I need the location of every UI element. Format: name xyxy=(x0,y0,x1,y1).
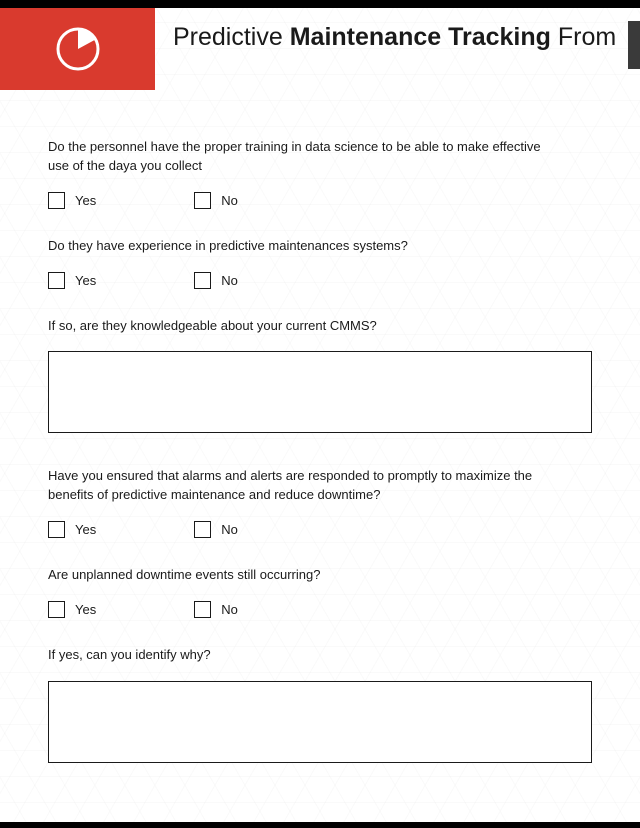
q3-textarea[interactable] xyxy=(48,351,592,433)
option-label: No xyxy=(221,273,238,288)
option-label: Yes xyxy=(75,193,96,208)
title-wrap: Predictive Maintenance Tracking From xyxy=(155,8,640,53)
question-2-options: Yes No xyxy=(48,272,592,289)
q5-option-no[interactable]: No xyxy=(194,601,238,618)
checkbox-icon[interactable] xyxy=(48,521,65,538)
option-label: No xyxy=(221,522,238,537)
question-4: Have you ensured that alarms and alerts … xyxy=(48,467,558,505)
q5-option-yes[interactable]: Yes xyxy=(48,601,96,618)
q2-option-no[interactable]: No xyxy=(194,272,238,289)
question-2: Do they have experience in predictive ma… xyxy=(48,237,558,256)
page-title: Predictive Maintenance Tracking From xyxy=(173,22,640,53)
title-part3: From xyxy=(551,23,616,51)
option-label: Yes xyxy=(75,602,96,617)
header: Predictive Maintenance Tracking From xyxy=(0,8,640,90)
checkbox-icon[interactable] xyxy=(48,601,65,618)
question-5: Are unplanned downtime events still occu… xyxy=(48,566,558,585)
question-4-options: Yes No xyxy=(48,521,592,538)
checkbox-icon[interactable] xyxy=(48,192,65,209)
q4-option-no[interactable]: No xyxy=(194,521,238,538)
question-1-options: Yes No xyxy=(48,192,592,209)
option-label: No xyxy=(221,602,238,617)
checkbox-icon[interactable] xyxy=(194,601,211,618)
question-3: If so, are they knowledgeable about your… xyxy=(48,317,558,336)
top-border-bar xyxy=(0,0,640,8)
checkbox-icon[interactable] xyxy=(194,192,211,209)
q6-textarea[interactable] xyxy=(48,681,592,763)
title-part1: Predictive xyxy=(173,23,290,51)
title-part2: Maintenance Tracking xyxy=(290,23,551,51)
option-label: Yes xyxy=(75,522,96,537)
checkbox-icon[interactable] xyxy=(194,272,211,289)
q1-option-no[interactable]: No xyxy=(194,192,238,209)
option-label: Yes xyxy=(75,273,96,288)
q2-option-yes[interactable]: Yes xyxy=(48,272,96,289)
bottom-border-bar xyxy=(0,822,640,828)
question-6: If yes, can you identify why? xyxy=(48,646,558,665)
q1-option-yes[interactable]: Yes xyxy=(48,192,96,209)
q4-option-yes[interactable]: Yes xyxy=(48,521,96,538)
pie-chart-icon xyxy=(55,26,101,72)
option-label: No xyxy=(221,193,238,208)
side-tab xyxy=(628,21,640,69)
question-5-options: Yes No xyxy=(48,601,592,618)
question-1: Do the personnel have the proper trainin… xyxy=(48,138,558,176)
logo-box xyxy=(0,8,155,90)
checkbox-icon[interactable] xyxy=(194,521,211,538)
form-content: Do the personnel have the proper trainin… xyxy=(0,90,640,763)
checkbox-icon[interactable] xyxy=(48,272,65,289)
